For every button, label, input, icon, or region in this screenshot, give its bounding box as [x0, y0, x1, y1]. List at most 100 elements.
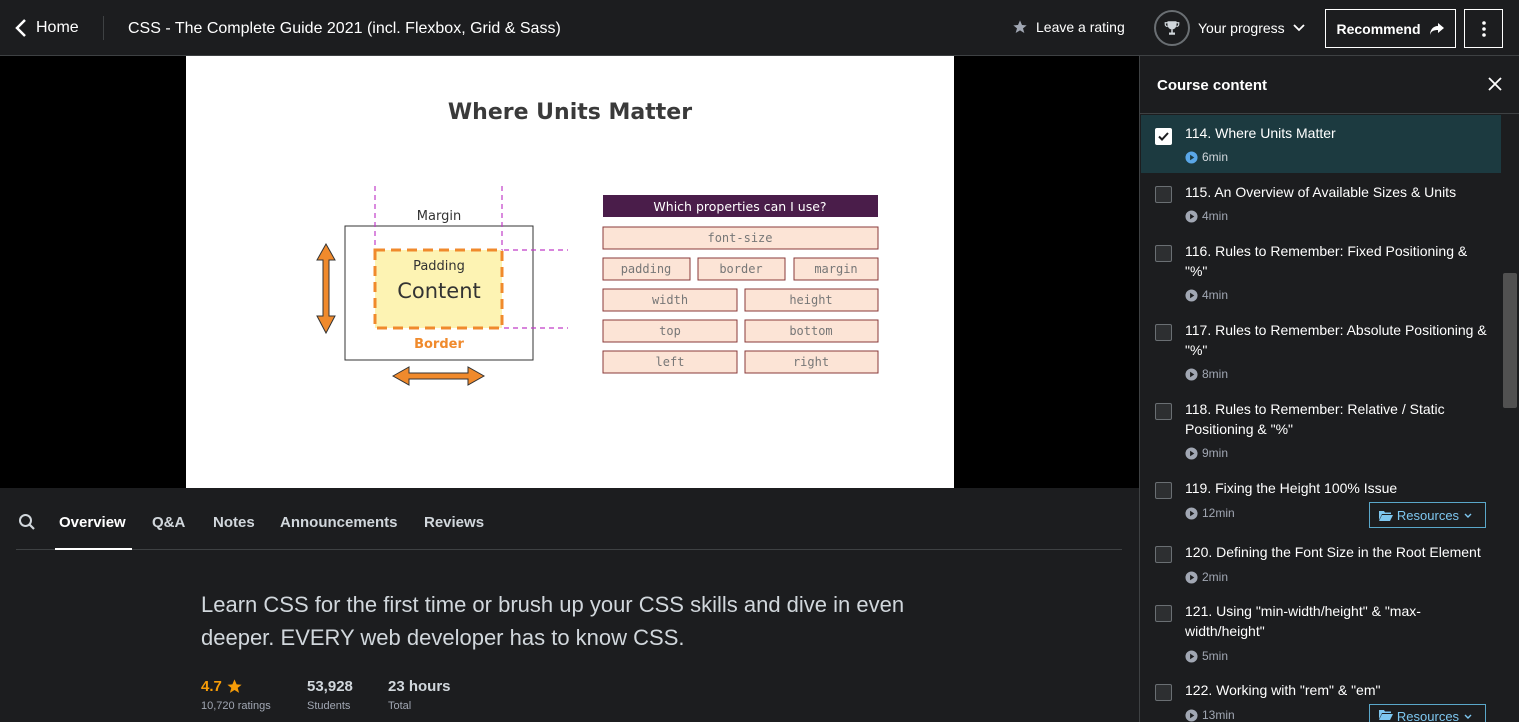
lecture-duration: 5min	[1185, 649, 1228, 663]
your-progress-button[interactable]: Your progress	[1154, 10, 1305, 46]
property-border: border	[719, 262, 762, 276]
leave-rating-button[interactable]: Leave a rating	[1012, 19, 1125, 35]
star-icon	[227, 679, 242, 693]
property-right: right	[793, 355, 829, 369]
duration-text: 5min	[1202, 649, 1229, 663]
duration-text: 13min	[1202, 708, 1235, 722]
property-left: left	[656, 355, 685, 369]
close-sidebar-button[interactable]	[1488, 77, 1502, 96]
search-icon	[19, 514, 35, 530]
tab-reviews[interactable]: Reviews	[424, 514, 484, 531]
recommend-button[interactable]: Recommend	[1325, 9, 1456, 48]
checkmark-icon	[1158, 132, 1169, 141]
completed-checkbox[interactable]	[1155, 546, 1172, 563]
lecture-item[interactable]: 120. Defining the Font Size in the Root …	[1141, 533, 1501, 592]
chevron-down-icon	[1464, 513, 1472, 518]
play-circle-icon	[1185, 506, 1198, 520]
resources-button[interactable]: Resources	[1369, 502, 1486, 528]
chevron-down-icon	[1293, 24, 1305, 32]
border-label: Border	[414, 337, 464, 352]
property-margin: margin	[814, 262, 857, 276]
property-bottom: bottom	[789, 324, 832, 338]
tab-announcements[interactable]: Announcements	[280, 514, 398, 531]
chevron-left-icon	[15, 19, 26, 37]
folder-open-icon	[1378, 510, 1393, 521]
more-options-button[interactable]	[1464, 9, 1503, 48]
trophy-icon	[1154, 10, 1190, 46]
lecture-duration: 9min	[1185, 446, 1228, 460]
property-font-size: font-size	[707, 231, 772, 245]
top-bar: Home CSS - The Complete Guide 2021 (incl…	[0, 0, 1519, 56]
rating-value: 4.7	[201, 678, 222, 695]
tab-overview[interactable]: Overview	[59, 514, 126, 531]
course-tagline: Learn CSS for the first time or brush up…	[201, 592, 905, 650]
play-circle-icon	[1185, 708, 1198, 722]
property-width: width	[652, 293, 688, 307]
play-circle-icon	[1185, 649, 1198, 663]
star-icon	[1013, 20, 1027, 33]
play-circle-icon	[1185, 288, 1198, 302]
duration-text: 4min	[1202, 209, 1229, 223]
rating-stat: 4.7 10,720 ratings	[201, 678, 271, 712]
hours-label: Total	[388, 700, 412, 712]
resources-button[interactable]: Resources	[1369, 704, 1486, 722]
lecture-duration: 8min	[1185, 367, 1228, 381]
lecture-item[interactable]: 114. Where Units Matter 6min	[1141, 115, 1501, 173]
completed-checkbox[interactable]	[1155, 186, 1172, 203]
completed-checkbox[interactable]	[1155, 403, 1172, 420]
tabs-divider	[16, 549, 1122, 550]
completed-checkbox[interactable]	[1155, 684, 1172, 701]
duration-text: 9min	[1202, 446, 1229, 460]
lecture-title: 117. Rules to Remember: Absolute Positio…	[1185, 322, 1487, 358]
completed-checkbox[interactable]	[1155, 605, 1172, 622]
lecture-duration: 12min	[1185, 506, 1235, 520]
padding-label: Padding	[413, 259, 465, 274]
lecture-title: 115. An Overview of Available Sizes & Un…	[1185, 184, 1457, 200]
completed-checkbox[interactable]	[1155, 128, 1172, 145]
students-value: 53,928	[307, 678, 353, 695]
hours-stat: 23 hours Total	[388, 678, 451, 712]
lecture-item[interactable]: 121. Using "min-width/height" & "max-wid…	[1141, 592, 1501, 671]
sidebar-title: Course content	[1157, 77, 1268, 94]
property-top: top	[659, 324, 681, 338]
home-label: Home	[36, 19, 79, 36]
lecture-title: 114. Where Units Matter	[1185, 125, 1336, 141]
sidebar-scrollbar[interactable]	[1502, 115, 1519, 722]
completed-checkbox[interactable]	[1155, 482, 1172, 499]
table-header: Which properties can I use?	[653, 199, 826, 214]
completed-checkbox[interactable]	[1155, 245, 1172, 262]
play-circle-icon	[1185, 209, 1198, 223]
lecture-duration: 2min	[1185, 570, 1228, 584]
tab-qa[interactable]: Q&A	[152, 514, 185, 531]
recommend-label: Recommend	[1336, 20, 1421, 37]
lecture-title: 120. Defining the Font Size in the Root …	[1185, 544, 1481, 560]
play-circle-icon	[1185, 150, 1198, 164]
more-vertical-icon	[1481, 20, 1486, 37]
sidebar-header: Course content	[1140, 56, 1519, 114]
box-model-diagram: Margin Padding Content Border Which prop…	[316, 186, 879, 386]
tab-notes[interactable]: Notes	[213, 514, 255, 531]
duration-text: 12min	[1202, 506, 1235, 520]
home-link[interactable]: Home	[14, 16, 79, 40]
lecture-duration: 4min	[1185, 288, 1228, 302]
lecture-item[interactable]: 117. Rules to Remember: Absolute Positio…	[1141, 311, 1501, 390]
margin-label: Margin	[417, 209, 461, 224]
scrollbar-thumb[interactable]	[1503, 273, 1517, 408]
lecture-title: 122. Working with "rem" & "em"	[1185, 682, 1381, 698]
close-icon	[1488, 77, 1502, 91]
lecture-title: 116. Rules to Remember: Fixed Positionin…	[1185, 243, 1468, 279]
lecture-item[interactable]: 118. Rules to Remember: Relative / Stati…	[1141, 390, 1501, 469]
leave-rating-label: Leave a rating	[1036, 19, 1125, 35]
vertical-arrow	[316, 242, 336, 335]
search-tab[interactable]	[18, 513, 36, 536]
duration-text: 2min	[1202, 570, 1229, 584]
lecture-item[interactable]: 116. Rules to Remember: Fixed Positionin…	[1141, 232, 1501, 311]
completed-checkbox[interactable]	[1155, 324, 1172, 341]
course-title[interactable]: CSS - The Complete Guide 2021 (incl. Fle…	[128, 20, 561, 38]
video-player[interactable]: Where Units Matter Margin Padding Conten…	[0, 56, 1139, 488]
horizontal-arrow	[391, 366, 486, 386]
active-tab-indicator	[55, 548, 132, 550]
lecture-item[interactable]: 115. An Overview of Available Sizes & Un…	[1141, 173, 1501, 232]
chevron-down-icon	[1464, 714, 1472, 719]
share-arrow-icon	[1429, 22, 1444, 35]
